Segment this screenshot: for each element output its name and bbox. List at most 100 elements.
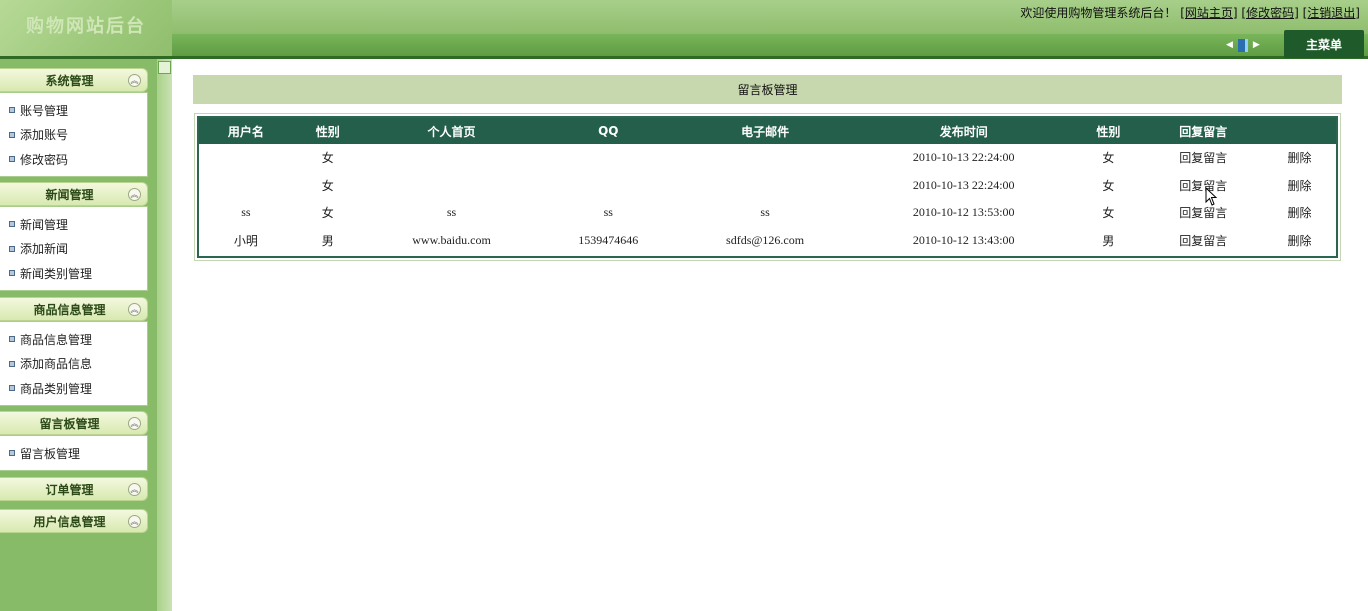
- menu-group-products: 商品信息管理 ︽ 商品信息管理 添加商品信息 商品类别管理: [0, 297, 148, 406]
- cell-gender: 女: [321, 178, 334, 193]
- delete-link[interactable]: 删除: [1263, 227, 1336, 255]
- menu-head-label: 订单管理: [45, 482, 94, 497]
- cell-gender: 女: [321, 206, 334, 221]
- menu-head-users[interactable]: 用户信息管理 ︽: [0, 509, 148, 533]
- menu-head-news[interactable]: 新闻管理 ︽: [0, 182, 148, 206]
- sidebar-item-label: 添加新闻: [20, 242, 69, 257]
- collapse-icon[interactable]: ︽: [128, 188, 141, 201]
- menu-group-messages: 留言板管理 ︽ 留言板管理: [0, 411, 148, 471]
- bullet-icon: [9, 450, 15, 457]
- cell-time: 2010-10-12 13:43:00: [912, 232, 1015, 247]
- cell-qq: [540, 172, 676, 200]
- reply-link[interactable]: 回复留言: [1143, 227, 1263, 255]
- menu-group-orders: 订单管理 ︽: [0, 477, 148, 501]
- sidebar-item-news-category[interactable]: 新闻类别管理: [0, 261, 147, 286]
- message-table: 用户名 性别 个人首页 QQ 电子邮件 发布时间 性别 回复留言 女 2010-…: [199, 118, 1336, 254]
- bullet-icon: [9, 131, 15, 138]
- cell-homepage: ss: [446, 205, 457, 220]
- menu-head-orders[interactable]: 订单管理 ︽: [0, 477, 148, 501]
- sidebar-item-add-account[interactable]: 添加账号: [0, 123, 147, 148]
- menu-head-system[interactable]: 系统管理 ︽: [0, 68, 148, 92]
- col-action-header: [1263, 118, 1336, 144]
- sidebar-item-add-product[interactable]: 添加商品信息: [0, 352, 147, 377]
- bullet-icon: [9, 221, 15, 228]
- collapse-icon[interactable]: ︽: [128, 483, 141, 496]
- sidebar-item-label: 新闻类别管理: [20, 266, 93, 281]
- sidebar-toggle-icon[interactable]: [158, 61, 171, 74]
- menu-head-label: 用户信息管理: [33, 514, 106, 529]
- sidebar-item-add-news[interactable]: 添加新闻: [0, 237, 147, 262]
- page-title: 留言板管理: [193, 75, 1342, 104]
- col-gender2-header: 性别: [1096, 124, 1121, 139]
- cell-gender2: 男: [1102, 233, 1115, 248]
- menu-body: 商品信息管理 添加商品信息 商品类别管理: [0, 321, 148, 406]
- sidebar-item-message-board[interactable]: 留言板管理: [0, 441, 147, 466]
- menu-body: 账号管理 添加账号 修改密码: [0, 92, 148, 177]
- delete-link[interactable]: 删除: [1263, 172, 1336, 200]
- collapse-icon[interactable]: ︽: [128, 303, 141, 316]
- menu-head-products[interactable]: 商品信息管理 ︽: [0, 297, 148, 321]
- col-qq-header: QQ: [598, 124, 619, 138]
- cell-gender2: 女: [1102, 178, 1115, 193]
- cell-gender2: 女: [1102, 206, 1115, 221]
- delete-link[interactable]: 删除: [1263, 199, 1336, 227]
- cell-username: [199, 144, 293, 172]
- cell-qq: ss: [603, 205, 613, 220]
- reply-link[interactable]: 回复留言: [1143, 172, 1263, 200]
- sidebar-item-change-password[interactable]: 修改密码: [0, 147, 147, 172]
- mouse-cursor-icon: [1205, 187, 1218, 206]
- cell-gender: 男: [321, 233, 334, 248]
- collapse-icon[interactable]: ︽: [128, 74, 141, 87]
- sidebar-item-label: 商品信息管理: [20, 332, 93, 347]
- col-gender-header: 性别: [315, 124, 340, 139]
- sidebar-item-account-manage[interactable]: 账号管理: [0, 98, 147, 123]
- book-icon[interactable]: [1237, 38, 1248, 52]
- bullet-icon: [9, 360, 15, 367]
- reply-link[interactable]: 回复留言: [1143, 144, 1263, 172]
- sidebar-splitter[interactable]: [157, 59, 172, 611]
- welcome-bar: 欢迎使用购物管理系统后台！ [网站主页] [修改密码] [注销退出]: [1020, 4, 1360, 21]
- sidebar-item-label: 添加商品信息: [20, 357, 93, 372]
- change-password-link[interactable]: [修改密码]: [1241, 6, 1298, 20]
- reply-link[interactable]: 回复留言: [1143, 199, 1263, 227]
- menu-group-news: 新闻管理 ︽ 新闻管理 添加新闻 新闻类别管理: [0, 182, 148, 291]
- main-menu-tab[interactable]: 主菜单: [1284, 30, 1364, 58]
- col-homepage-header: 个人首页: [427, 124, 476, 139]
- cell-username: [199, 172, 293, 200]
- cell-gender: 女: [321, 151, 334, 166]
- table-row: 小明 男 www.baidu.com 1539474646 sdfds@126.…: [199, 227, 1336, 255]
- sidebar-item-product-manage[interactable]: 商品信息管理: [0, 327, 147, 352]
- collapse-icon[interactable]: ︽: [128, 417, 141, 430]
- menu-head-messages[interactable]: 留言板管理 ︽: [0, 411, 148, 435]
- table-header-row: 用户名 性别 个人首页 QQ 电子邮件 发布时间 性别 回复留言: [199, 118, 1336, 144]
- cell-qq: [540, 144, 676, 172]
- cell-homepage: www.baidu.com: [412, 232, 491, 247]
- collapse-icon[interactable]: ︽: [128, 515, 141, 528]
- menu-head-label: 新闻管理: [45, 187, 94, 202]
- menu-head-label: 商品信息管理: [33, 302, 106, 317]
- menu-group-users: 用户信息管理 ︽: [0, 509, 148, 533]
- message-table-container: 用户名 性别 个人首页 QQ 电子邮件 发布时间 性别 回复留言 女 2010-…: [197, 116, 1338, 258]
- sidebar-item-label: 账号管理: [20, 103, 69, 118]
- sidebar-item-news-manage[interactable]: 新闻管理: [0, 212, 147, 237]
- arrow-left-icon[interactable]: ◀: [1226, 40, 1233, 50]
- cell-time: 2010-10-13 22:24:00: [912, 177, 1015, 192]
- delete-link[interactable]: 删除: [1263, 144, 1336, 172]
- arrow-right-icon[interactable]: ▶: [1253, 40, 1260, 50]
- cell-email: ss: [760, 205, 770, 220]
- cell-homepage: [363, 172, 541, 200]
- cell-username: ss: [241, 205, 251, 220]
- cell-email: [676, 172, 854, 200]
- table-row: 女 2010-10-13 22:24:00 女 回复留言 删除: [199, 172, 1336, 200]
- cell-homepage: [363, 144, 541, 172]
- sidebar-item-label: 新闻管理: [20, 217, 69, 232]
- bullet-icon: [9, 107, 15, 114]
- sidebar-item-product-category[interactable]: 商品类别管理: [0, 376, 147, 401]
- logo: 购物网站后台: [0, 0, 172, 58]
- site-home-link[interactable]: [网站主页]: [1180, 6, 1237, 20]
- cell-time: 2010-10-13 22:24:00: [912, 150, 1015, 165]
- bullet-icon: [9, 336, 15, 343]
- menu-head-label: 系统管理: [45, 73, 94, 88]
- header-bar: [172, 34, 1368, 56]
- logout-link[interactable]: [注销退出]: [1303, 6, 1360, 20]
